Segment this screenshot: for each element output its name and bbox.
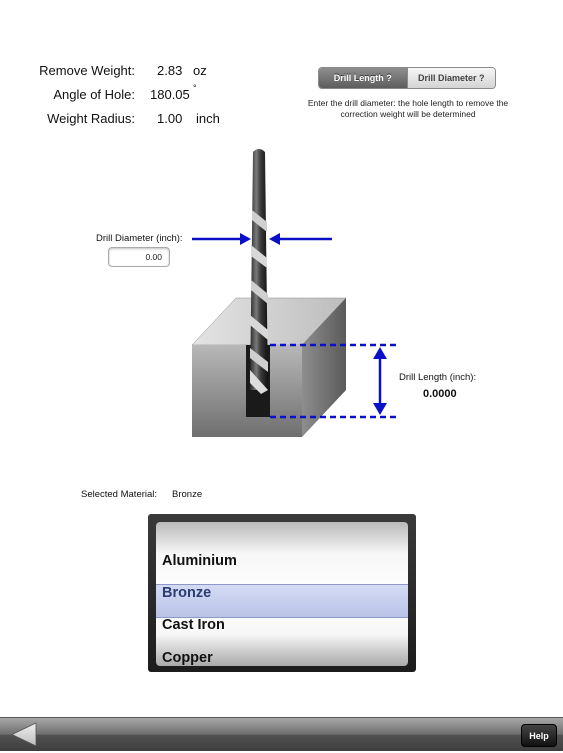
triangle-left-icon <box>11 722 37 747</box>
weight-radius-label: Weight Radius: <box>47 111 135 126</box>
picker-option-bronze[interactable]: Bronze <box>162 585 211 601</box>
selected-material-value: Bronze <box>172 489 203 500</box>
remove-weight-unit: oz <box>193 63 207 78</box>
remove-weight-value: 2.83 <box>157 63 183 78</box>
drill-length-segment[interactable]: Drill Length ? <box>319 68 407 88</box>
material-picker-wheel[interactable]: Aluminium Bronze Cast Iron Copper <box>156 522 408 666</box>
weight-radius-value: 1.00 <box>157 111 183 126</box>
material-picker[interactable]: Aluminium Bronze Cast Iron Copper <box>148 514 416 672</box>
picker-option-cast-iron[interactable]: Cast Iron <box>162 617 225 633</box>
mode-segmented-control: Drill Length ? Drill Diameter ? <box>318 67 496 89</box>
angle-of-hole-label: Angle of Hole: <box>53 87 135 102</box>
picker-option-aluminium[interactable]: Aluminium <box>162 553 237 569</box>
remove-weight-label: Remove Weight: <box>39 63 135 78</box>
help-button[interactable]: Help <box>521 724 557 747</box>
back-button[interactable] <box>4 721 44 748</box>
angle-of-hole-value: 180.05 <box>150 87 190 102</box>
bottom-toolbar: Help <box>0 717 563 751</box>
drill-length-value: 0.0000 <box>423 388 457 400</box>
drill-length-label: Drill Length (inch): <box>399 372 477 383</box>
picker-option-copper[interactable]: Copper <box>162 650 213 666</box>
drill-diameter-segment[interactable]: Drill Diameter ? <box>406 68 495 88</box>
drill-diameter-input[interactable] <box>108 247 170 267</box>
drill-diagram <box>191 149 398 437</box>
drill-bit-icon <box>250 149 268 394</box>
drill-diameter-label: Drill Diameter (inch): <box>96 233 183 244</box>
weight-radius-unit: inch <box>196 111 220 126</box>
angle-of-hole-unit: ° <box>193 83 197 93</box>
selected-material-label: Selected Material: <box>81 489 158 500</box>
instruction-text: Enter the drill diameter: the hole lengt… <box>307 98 509 119</box>
